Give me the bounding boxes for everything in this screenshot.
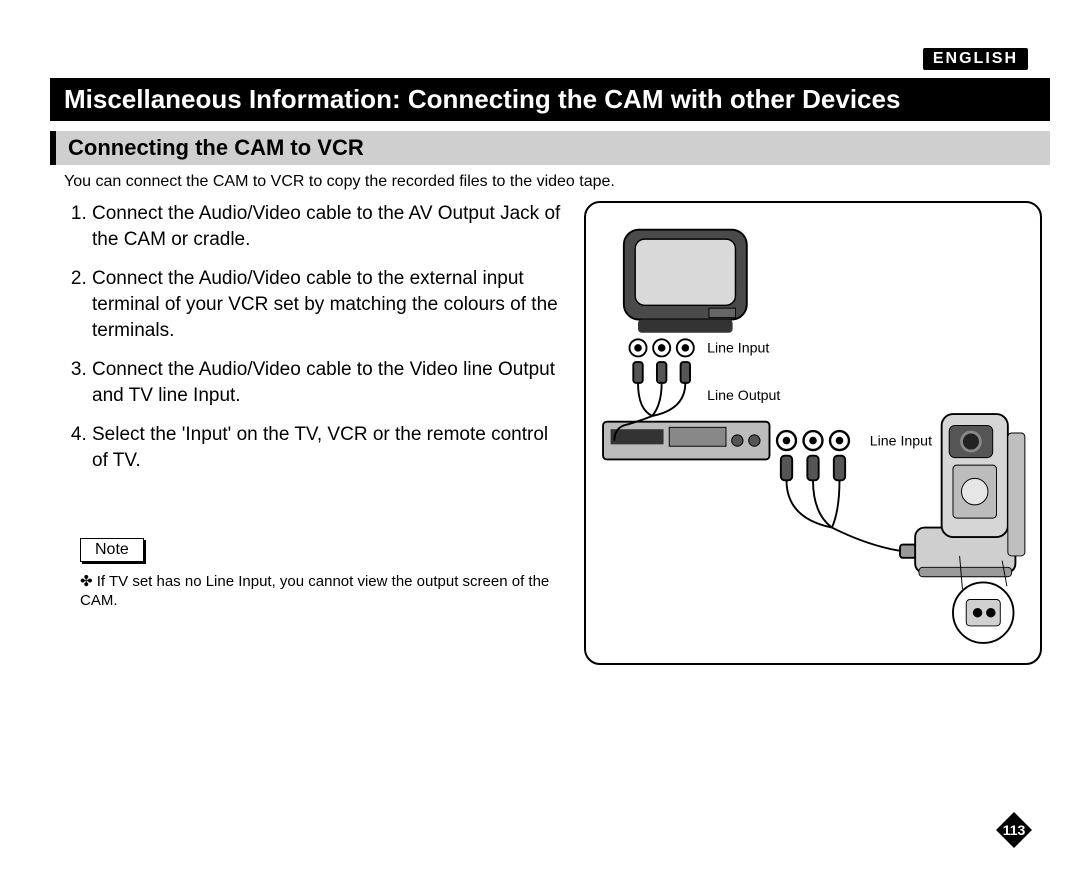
tv-icon <box>624 230 747 333</box>
vcr-line-input-jacks <box>777 431 849 450</box>
vcr-input-plugs <box>781 456 917 558</box>
step-item: Select the 'Input' on the TV, VCR or the… <box>92 422 564 473</box>
step-item: Connect the Audio/Video cable to the ext… <box>92 266 564 343</box>
page-number-badge: 113 <box>994 810 1034 850</box>
vcr-icon <box>603 422 769 460</box>
connection-diagram: Line Input Line Output <box>584 201 1042 665</box>
note-body: If TV set has no Line Input, you cannot … <box>80 572 550 611</box>
page-title: Miscellaneous Information: Connecting th… <box>50 78 1050 121</box>
label-line-input-top: Line Input <box>707 341 769 357</box>
steps-column: Connect the Audio/Video cable to the AV … <box>50 201 574 611</box>
step-list: Connect the Audio/Video cable to the AV … <box>64 201 564 474</box>
manual-page: ENGLISH Miscellaneous Information: Conne… <box>0 0 1080 880</box>
diagram-svg: Line Input Line Output <box>586 203 1040 663</box>
note-label: Note <box>80 538 144 562</box>
section-subtitle: Connecting the CAM to VCR <box>50 131 1050 165</box>
label-line-input-right: Line Input <box>870 433 932 449</box>
step-item: Connect the Audio/Video cable to the AV … <box>92 201 564 252</box>
content-row: Connect the Audio/Video cable to the AV … <box>50 201 1050 665</box>
label-line-output: Line Output <box>707 388 780 404</box>
tv-input-plugs <box>633 362 690 416</box>
page-number: 113 <box>1003 822 1026 838</box>
intro-text: You can connect the CAM to VCR to copy t… <box>64 173 1036 191</box>
step-item: Connect the Audio/Video cable to the Vid… <box>92 357 564 408</box>
language-tag: ENGLISH <box>923 48 1028 70</box>
tv-line-input-jacks <box>630 339 694 356</box>
